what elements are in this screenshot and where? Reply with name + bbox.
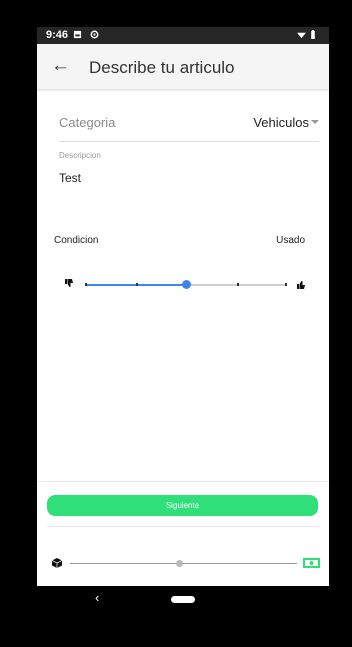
dropdown-arrow-icon[interactable] <box>311 120 319 124</box>
sync-notification-icon <box>90 30 99 39</box>
divider <box>47 526 319 527</box>
page-title: Describe tu articulo <box>89 58 235 77</box>
phone-screen: 9:46 ← Describe tu articulo Categoria Ve… <box>37 27 329 611</box>
track-tick <box>285 283 287 286</box>
divider <box>37 481 329 482</box>
category-label: Categoria <box>59 115 116 130</box>
thumbs-up-icon <box>297 281 305 289</box>
condition-track[interactable] <box>85 280 287 289</box>
app-bar: ← Describe tu articulo <box>37 44 329 90</box>
condition-label: Condicion <box>54 235 99 246</box>
battery-icon <box>311 30 315 39</box>
progress-thumb[interactable] <box>175 560 183 567</box>
track-tick <box>85 283 87 286</box>
description-label: Descripcion <box>59 151 101 160</box>
category-value[interactable]: Vehiculos <box>253 115 309 130</box>
condition-slider-thumb[interactable] <box>182 280 191 289</box>
category-selector[interactable]: Categoria Vehiculos <box>59 113 319 142</box>
nav-back-icon[interactable]: ‹ <box>95 590 99 605</box>
track-tick <box>135 283 138 286</box>
progress-track <box>70 560 297 567</box>
thumbs-down-icon <box>65 279 73 287</box>
next-button[interactable]: Siguiente <box>47 495 318 516</box>
money-icon <box>303 558 320 568</box>
description-input[interactable]: Test <box>59 171 81 185</box>
status-time: 9:46 <box>46 29 69 41</box>
condition-value: Usado <box>276 235 305 246</box>
status-bar: 9:46 <box>37 27 329 44</box>
android-nav-bar: ‹ <box>37 586 329 611</box>
box-icon <box>52 558 62 568</box>
back-arrow-icon[interactable]: ← <box>51 55 70 77</box>
nav-home-button[interactable] <box>171 596 195 603</box>
track-tick <box>236 283 239 286</box>
listing-progress-slider[interactable] <box>52 558 320 570</box>
gallery-notification-icon <box>73 30 82 39</box>
condition-slider[interactable] <box>65 277 305 293</box>
wifi-icon <box>297 32 306 39</box>
